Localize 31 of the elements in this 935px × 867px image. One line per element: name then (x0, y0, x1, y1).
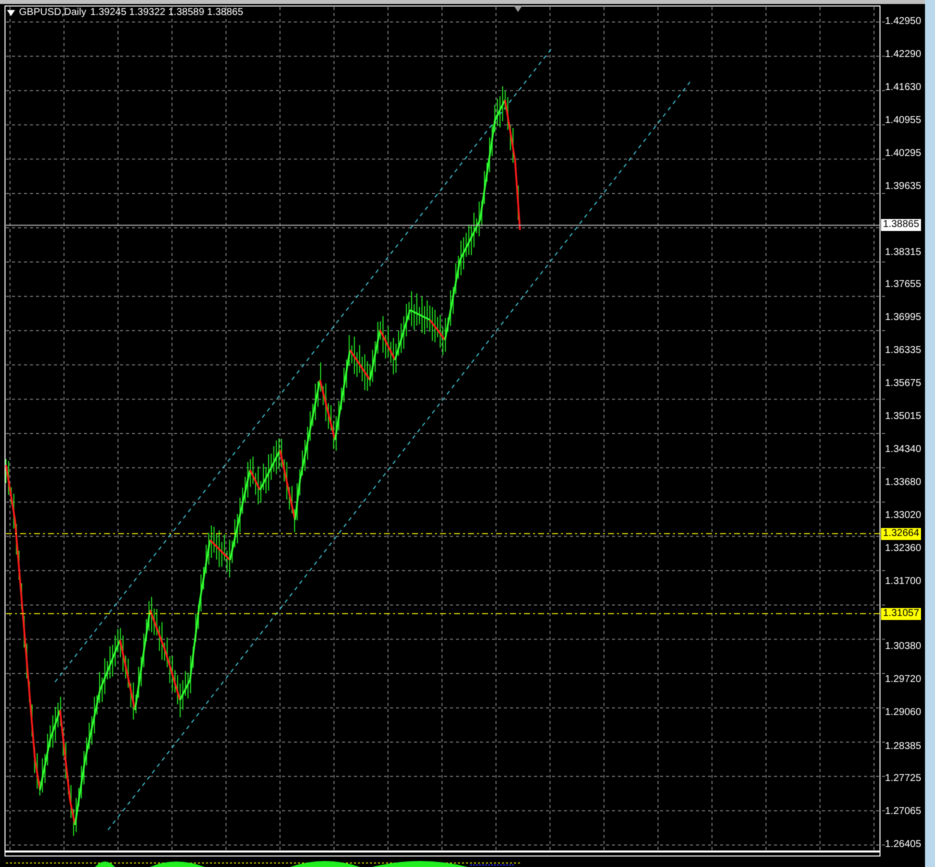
price-label: 1.26405 (885, 838, 922, 852)
price-label: 1.38315 (885, 246, 922, 260)
price-label: 1.33020 (885, 508, 922, 523)
price-label: 1.32360 (885, 542, 922, 556)
symbol-timeframe: GBPUSD,Daily (19, 7, 86, 19)
price-label: 1.41630 (885, 80, 922, 95)
bid-price-label: 1.38865 (881, 219, 922, 232)
price-label: 1.31700 (885, 574, 922, 589)
price-label: 1.40295 (885, 147, 922, 162)
price-label: 1.35675 (885, 376, 922, 391)
shift-marker-icon (514, 6, 522, 12)
price-label: 1.37655 (885, 278, 922, 292)
ohlc-values: 1.39245 1.39322 1.38589 1.38865 (90, 7, 244, 19)
level-price-label: 1.32664 (881, 528, 922, 540)
price-label: 1.35015 (885, 410, 922, 424)
price-label: 1.36335 (885, 344, 922, 358)
price-label: 1.27065 (885, 805, 922, 820)
price-label: 1.33680 (885, 476, 922, 490)
price-label: 1.29060 (885, 706, 922, 720)
price-label: 1.29720 (885, 673, 922, 688)
price-label: 1.36995 (885, 311, 922, 326)
price-label: 1.28385 (885, 740, 922, 754)
level-price-label: 1.31057 (881, 608, 922, 620)
price-label: 1.34340 (885, 443, 922, 458)
price-label: 1.40955 (885, 114, 922, 128)
price-label: 1.42290 (885, 48, 922, 62)
price-label: 1.42950 (885, 15, 922, 29)
price-label: 1.30380 (885, 640, 922, 654)
price-label: 1.27725 (885, 772, 922, 786)
price-label: 1.39635 (885, 180, 922, 194)
dropdown-triangle-icon[interactable] (7, 10, 15, 16)
